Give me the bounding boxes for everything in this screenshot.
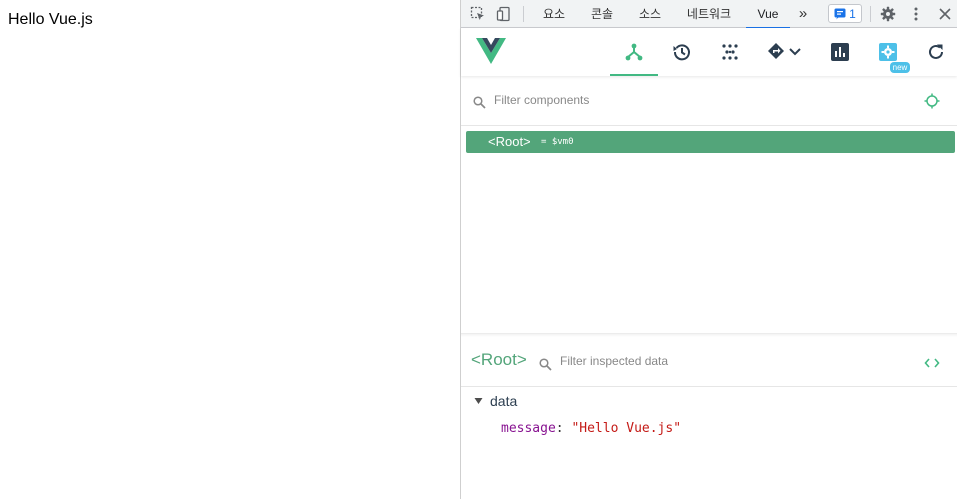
property-key: message: [501, 421, 556, 436]
data-section-header[interactable]: data: [474, 393, 517, 409]
page-viewport: Hello Vue.js: [0, 0, 461, 499]
settings-gear-icon[interactable]: [876, 0, 900, 28]
tab-sources[interactable]: 소스: [630, 0, 670, 28]
refresh-button[interactable]: [912, 28, 957, 76]
tab-performance[interactable]: [816, 28, 864, 76]
issues-badge[interactable]: 1: [828, 4, 862, 23]
tab-console[interactable]: 콘솔: [582, 0, 622, 28]
select-component-icon[interactable]: [924, 93, 940, 113]
events-icon: [722, 44, 738, 60]
history-icon: [673, 44, 690, 61]
refresh-icon: [929, 44, 943, 59]
new-badge: new: [890, 62, 910, 73]
data-property-row: message: "Hello Vue.js": [501, 421, 681, 436]
components-tree-icon: [625, 43, 643, 61]
devtools-panel: 요소 콘솔 소스 네트워크 Vue » 1 new Filter compone…: [461, 0, 957, 499]
filter-components-input[interactable]: Filter components: [494, 93, 589, 107]
tab-vue[interactable]: Vue: [746, 0, 790, 29]
settings-icon: [879, 43, 897, 61]
code-icon[interactable]: [924, 355, 940, 374]
close-devtools-icon[interactable]: [933, 0, 957, 28]
data-section-label: data: [490, 393, 518, 409]
toolbar-divider: [523, 6, 524, 22]
tab-events[interactable]: [706, 28, 754, 76]
component-name: <Root>: [488, 134, 531, 149]
component-vm-ref: = $vm0: [541, 137, 574, 147]
more-tabs-button[interactable]: »: [793, 0, 813, 28]
devtools-tabbar: 요소 콘솔 소스 네트워크 Vue » 1: [461, 0, 957, 29]
tab-vuex-history[interactable]: [658, 28, 706, 76]
bar-chart-icon: [831, 43, 849, 61]
property-value[interactable]: "Hello Vue.js": [571, 421, 681, 436]
device-toolbar-icon[interactable]: [492, 0, 516, 28]
tab-routing[interactable]: [758, 28, 810, 76]
inspector-header: <Root> Filter inspected data: [461, 337, 957, 387]
inspect-element-icon[interactable]: [466, 0, 490, 28]
message-icon: [834, 8, 846, 19]
chevron-down-icon: [789, 48, 801, 56]
issues-count: 1: [849, 6, 856, 21]
vue-devtools-toolbar: new: [461, 28, 957, 76]
tab-network[interactable]: 네트워크: [679, 0, 739, 28]
search-icon: [539, 356, 552, 375]
filter-inspected-data-input[interactable]: Filter inspected data: [560, 354, 668, 368]
component-tree-root[interactable]: <Root> = $vm0: [466, 131, 955, 153]
page-text: Hello Vue.js: [8, 11, 93, 28]
toolbar-divider: [870, 6, 871, 22]
more-options-icon[interactable]: [904, 0, 928, 28]
routing-icon: [768, 43, 784, 59]
caret-down-icon: [474, 398, 483, 404]
inspected-component-title: <Root>: [471, 350, 527, 369]
property-colon: :: [555, 421, 572, 436]
tab-components[interactable]: [610, 28, 658, 76]
search-icon: [473, 94, 486, 113]
component-filter-bar[interactable]: Filter components: [461, 76, 957, 126]
vue-logo-icon: [476, 38, 506, 69]
tab-elements[interactable]: 요소: [534, 0, 574, 28]
